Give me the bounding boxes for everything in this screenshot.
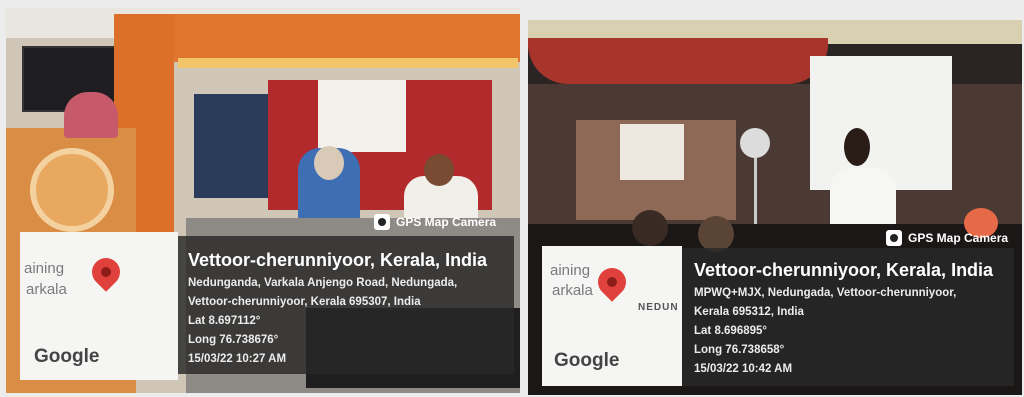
- photo-collage: GPS Map Camera aining arkala Google Vett…: [0, 0, 1024, 397]
- camera-pin-icon: [886, 230, 902, 246]
- google-logo: Google: [34, 346, 100, 367]
- location-title: Vettoor-cherunniyoor, Kerala, India: [188, 250, 488, 270]
- location-details: Nedunganda, Varkala Anjengo Road, Nedung…: [188, 274, 457, 369]
- map-place-label: NEDUN: [638, 302, 679, 313]
- white-board: [318, 80, 406, 152]
- seated-person-head: [314, 146, 344, 180]
- camera-pin-icon: [374, 214, 390, 230]
- audience-head-2: [698, 216, 734, 252]
- speaker-head: [844, 128, 870, 166]
- notice-board: [620, 124, 684, 180]
- gps-map-camera-label: GPS Map Camera: [908, 231, 1009, 245]
- map-thumbnail: aining arkala NEDUN Google: [542, 246, 682, 386]
- longitude: Long 76.738676°: [188, 334, 279, 346]
- latitude: Lat 8.697112°: [188, 315, 261, 327]
- latitude: Lat 8.696895°: [694, 325, 768, 337]
- seated-person-head-2: [424, 154, 454, 186]
- pedestal-fan: [740, 128, 770, 158]
- map-label-1: aining: [550, 262, 591, 279]
- map-pin-icon: [592, 262, 632, 302]
- curtain-valance: [114, 14, 520, 62]
- map-label-2: arkala: [552, 282, 593, 299]
- address-line-1: MPWQ+MJX, Nedungada, Vettoor-cherunniyoo…: [694, 287, 957, 299]
- map-label-1: aining: [24, 260, 65, 277]
- curtain-valance: [528, 38, 828, 84]
- gps-map-camera-tag: GPS Map Camera: [886, 230, 1008, 246]
- podium-emblem: [30, 148, 114, 232]
- date-time: 15/03/22 10:27 AM: [188, 353, 287, 365]
- fan-stand: [754, 158, 757, 228]
- audience-head-1: [632, 210, 668, 246]
- gps-map-camera-tag: GPS Map Camera: [374, 214, 496, 230]
- curtain-fringe: [178, 58, 518, 68]
- gps-map-camera-label: GPS Map Camera: [396, 215, 497, 229]
- location-overlay: Vettoor-cherunniyoor, Kerala, India MPWQ…: [682, 248, 1014, 386]
- longitude: Long 76.738658°: [694, 344, 785, 356]
- location-overlay: Vettoor-cherunniyoor, Kerala, India Nedu…: [178, 236, 514, 374]
- window: [194, 94, 268, 198]
- map-pin-icon: [86, 252, 126, 292]
- left-photo: GPS Map Camera aining arkala Google Vett…: [6, 8, 520, 393]
- location-details: MPWQ+MJX, Nedungada, Vettoor-cherunniyoo…: [694, 284, 956, 379]
- address-line-1: Nedunganda, Varkala Anjengo Road, Nedung…: [188, 277, 458, 289]
- date-time: 15/03/22 10:42 AM: [694, 363, 793, 375]
- right-photo: GPS Map Camera aining arkala NEDUN Googl…: [528, 20, 1022, 395]
- map-label-2: arkala: [26, 281, 67, 298]
- speaker-at-podium: [64, 92, 118, 138]
- map-thumbnail: aining arkala Google: [20, 232, 178, 380]
- location-title: Vettoor-cherunniyoor, Kerala, India: [694, 260, 994, 280]
- address-line-2: Kerala 695312, India: [694, 306, 804, 318]
- google-logo: Google: [554, 350, 620, 371]
- address-line-2: Vettoor-cherunniyoor, Kerala 695307, Ind…: [188, 296, 421, 308]
